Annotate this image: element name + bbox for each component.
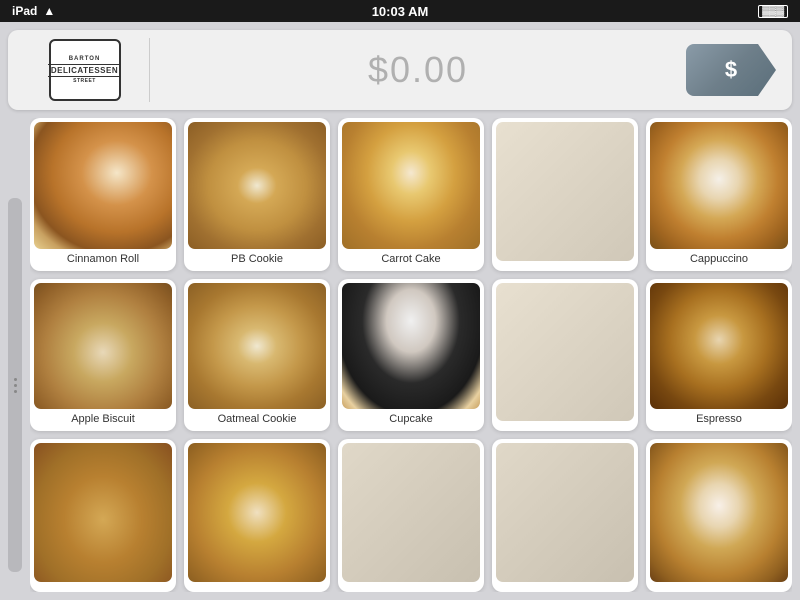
product-label-oatmeal-cookie: Oatmeal Cookie xyxy=(188,413,326,425)
product-image-espresso xyxy=(650,283,788,410)
product-item-pastry[interactable] xyxy=(30,439,176,592)
handle-dot xyxy=(14,390,17,393)
checkout-dollar-icon: $ xyxy=(725,57,737,83)
status-bar-right: ▓▓▓ xyxy=(758,5,788,18)
toolbar: BARTON DELICATESSEN STREET $0.00 $ xyxy=(8,30,792,110)
product-item-empty-1[interactable] xyxy=(492,118,638,271)
product-label-pb-cookie: PB Cookie xyxy=(188,253,326,265)
product-item-latte[interactable] xyxy=(646,439,792,592)
handle-dot xyxy=(14,378,17,381)
status-bar: iPad ▲ 10:03 AM ▓▓▓ xyxy=(0,0,800,22)
status-bar-time: 10:03 AM xyxy=(372,4,429,19)
logo: BARTON DELICATESSEN STREET xyxy=(49,39,121,101)
product-grid: Cinnamon Roll PB Cookie Carrot Cake Cappucc… xyxy=(30,118,792,592)
product-image-latte xyxy=(650,443,788,582)
main-content: BARTON DELICATESSEN STREET $0.00 $ Cinna… xyxy=(0,22,800,600)
product-item-cinnamon-roll[interactable]: Cinnamon Roll xyxy=(30,118,176,271)
battery-icon: ▓▓▓ xyxy=(758,5,788,18)
product-image-carrot-cake xyxy=(342,122,480,249)
checkout-button[interactable]: $ xyxy=(686,44,776,96)
product-image-empty-2 xyxy=(496,283,634,422)
product-image-apple-biscuit xyxy=(34,283,172,410)
product-image-pastry xyxy=(34,443,172,582)
product-image-pb-cookie xyxy=(188,122,326,249)
product-item-empty-2[interactable] xyxy=(492,279,638,432)
product-item-oatmeal-cookie[interactable]: Oatmeal Cookie xyxy=(184,279,330,432)
product-label-espresso: Espresso xyxy=(650,413,788,425)
product-label-cupcake: Cupcake xyxy=(342,413,480,425)
device-label: iPad xyxy=(12,4,37,18)
product-item-apple-biscuit[interactable]: Apple Biscuit xyxy=(30,279,176,432)
product-image-empty-4 xyxy=(496,443,634,582)
product-image-cupcake xyxy=(342,283,480,410)
product-item-cookies2[interactable] xyxy=(184,439,330,592)
status-bar-left: iPad ▲ xyxy=(12,4,55,18)
product-item-carrot-cake[interactable]: Carrot Cake xyxy=(338,118,484,271)
product-item-espresso[interactable]: Espresso xyxy=(646,279,792,432)
handle-dots xyxy=(14,378,17,393)
logo-text-main: DELICATESSEN xyxy=(48,64,121,78)
logo-text-bottom: STREET xyxy=(73,78,96,84)
product-image-empty-1 xyxy=(496,122,634,261)
product-item-cupcake[interactable]: Cupcake xyxy=(338,279,484,432)
product-label-carrot-cake: Carrot Cake xyxy=(342,253,480,265)
product-grid-wrapper: Cinnamon Roll PB Cookie Carrot Cake Cappucc… xyxy=(8,118,792,592)
logo-container: BARTON DELICATESSEN STREET xyxy=(20,38,150,102)
product-image-cappuccino xyxy=(650,122,788,249)
product-item-empty-3[interactable] xyxy=(338,439,484,592)
product-image-cookies2 xyxy=(188,443,326,582)
product-item-pb-cookie[interactable]: PB Cookie xyxy=(184,118,330,271)
handle-dot xyxy=(14,384,17,387)
product-label-cappuccino: Cappuccino xyxy=(650,253,788,265)
product-item-empty-4[interactable] xyxy=(492,439,638,592)
product-image-oatmeal-cookie xyxy=(188,283,326,410)
side-handle xyxy=(8,198,22,572)
product-label-cinnamon-roll: Cinnamon Roll xyxy=(34,253,172,265)
wifi-icon: ▲ xyxy=(43,4,55,18)
logo-text-top: BARTON xyxy=(69,56,101,63)
price-display: $0.00 xyxy=(150,49,686,91)
product-label-apple-biscuit: Apple Biscuit xyxy=(34,413,172,425)
product-image-cinnamon-roll xyxy=(34,122,172,249)
product-item-cappuccino[interactable]: Cappuccino xyxy=(646,118,792,271)
product-image-empty-3 xyxy=(342,443,480,582)
